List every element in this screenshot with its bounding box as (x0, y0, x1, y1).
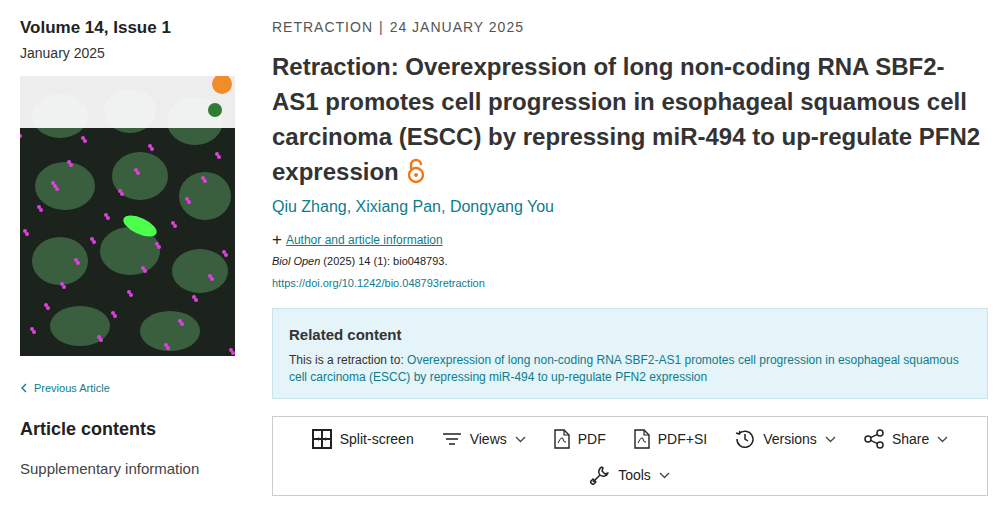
author-link[interactable]: Xixiang Pan (356, 198, 441, 215)
author-list: Qiu Zhang, Xixiang Pan, Dongyang You (272, 197, 988, 217)
related-content-text: This is a retraction to: Overexpression … (289, 352, 971, 386)
article-main: RETRACTION|24 JANUARY 2025 Retraction: O… (272, 17, 988, 496)
views-icon (442, 432, 462, 446)
toolbar-button[interactable]: Versions (735, 427, 836, 451)
article-toolbar: Split-screen Views PDF PDF+SI Versions S… (272, 416, 988, 496)
wrench-icon (590, 465, 610, 485)
chevron-down-icon (825, 436, 836, 443)
doi-link[interactable]: https://doi.org/10.1242/bio.048793retrac… (272, 275, 988, 291)
toolbar-button[interactable]: Share (864, 427, 948, 451)
journal-cover-image[interactable] (20, 76, 235, 356)
article-title: Retraction: Overexpression of long non-c… (272, 49, 988, 189)
toolbar-button[interactable]: PDF+SI (634, 427, 707, 451)
article-contents-item[interactable]: Supplementary information (20, 460, 235, 478)
issue-volume[interactable]: Volume 14, Issue 1 (20, 17, 235, 39)
author-link[interactable]: Qiu Zhang (272, 198, 347, 215)
issue-date: January 2025 (20, 44, 235, 62)
chevron-down-icon (937, 436, 948, 443)
versions-clock-icon (735, 429, 755, 449)
toolbar-button[interactable]: Tools (590, 463, 670, 487)
split-screen-icon (312, 429, 332, 449)
share-icon (864, 429, 884, 449)
article-contents-title: Article contents (20, 418, 235, 440)
toolbar-row: Split-screen Views PDF PDF+SI Versions S… (281, 427, 979, 451)
chevron-down-icon (659, 472, 670, 479)
toolbar-button[interactable]: Split-screen (312, 427, 414, 451)
toolbar-row: Tools (281, 463, 979, 487)
related-content-title: Related content (289, 325, 971, 345)
pdf-file-icon (554, 429, 570, 449)
chevron-down-icon (515, 436, 526, 443)
related-content-box: Related content This is a retraction to:… (272, 308, 988, 399)
citation: Biol Open (2025) 14 (1): bio048793. (272, 253, 988, 269)
toolbar-button[interactable]: PDF (554, 427, 606, 451)
article-meta: RETRACTION|24 JANUARY 2025 (272, 17, 988, 37)
toolbar-button[interactable]: Views (442, 427, 526, 451)
open-access-icon (407, 158, 425, 184)
previous-article-link[interactable]: Previous Article (20, 382, 235, 394)
chevron-left-icon (20, 383, 28, 393)
author-link[interactable]: Dongyang You (450, 198, 554, 215)
pdf-file-icon (634, 429, 650, 449)
issue-sidebar: Volume 14, Issue 1 January 2025 Previous… (20, 17, 235, 496)
author-info-toggle[interactable]: +Author and article information (272, 232, 988, 248)
related-article-link[interactable]: Overexpression of long non-coding RNA SB… (289, 353, 959, 384)
article-page: Volume 14, Issue 1 January 2025 Previous… (0, 0, 1003, 496)
